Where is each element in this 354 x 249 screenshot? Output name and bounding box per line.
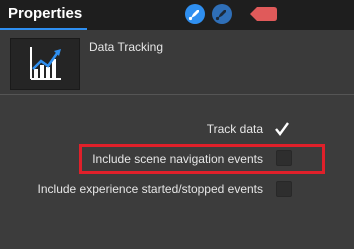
rocket-dark-icon[interactable] — [211, 3, 233, 25]
checkmark-icon — [275, 122, 289, 136]
experience-events-checkbox[interactable] — [276, 181, 292, 197]
tab-label: Properties — [8, 5, 83, 22]
highlight-box — [79, 144, 325, 174]
widget-title: Data Tracking — [89, 40, 164, 54]
rocket-settings-icon[interactable] — [184, 3, 206, 25]
line-chart-icon — [10, 38, 80, 90]
divider — [0, 94, 354, 95]
tab-properties[interactable]: Properties — [0, 0, 87, 30]
track-data-label: Track data — [206, 122, 263, 136]
top-bar: Properties — [0, 0, 354, 30]
tag-icon[interactable] — [248, 5, 278, 23]
track-data-checkbox[interactable] — [274, 121, 290, 137]
experience-events-label: Include experience started/stopped event… — [37, 182, 263, 196]
